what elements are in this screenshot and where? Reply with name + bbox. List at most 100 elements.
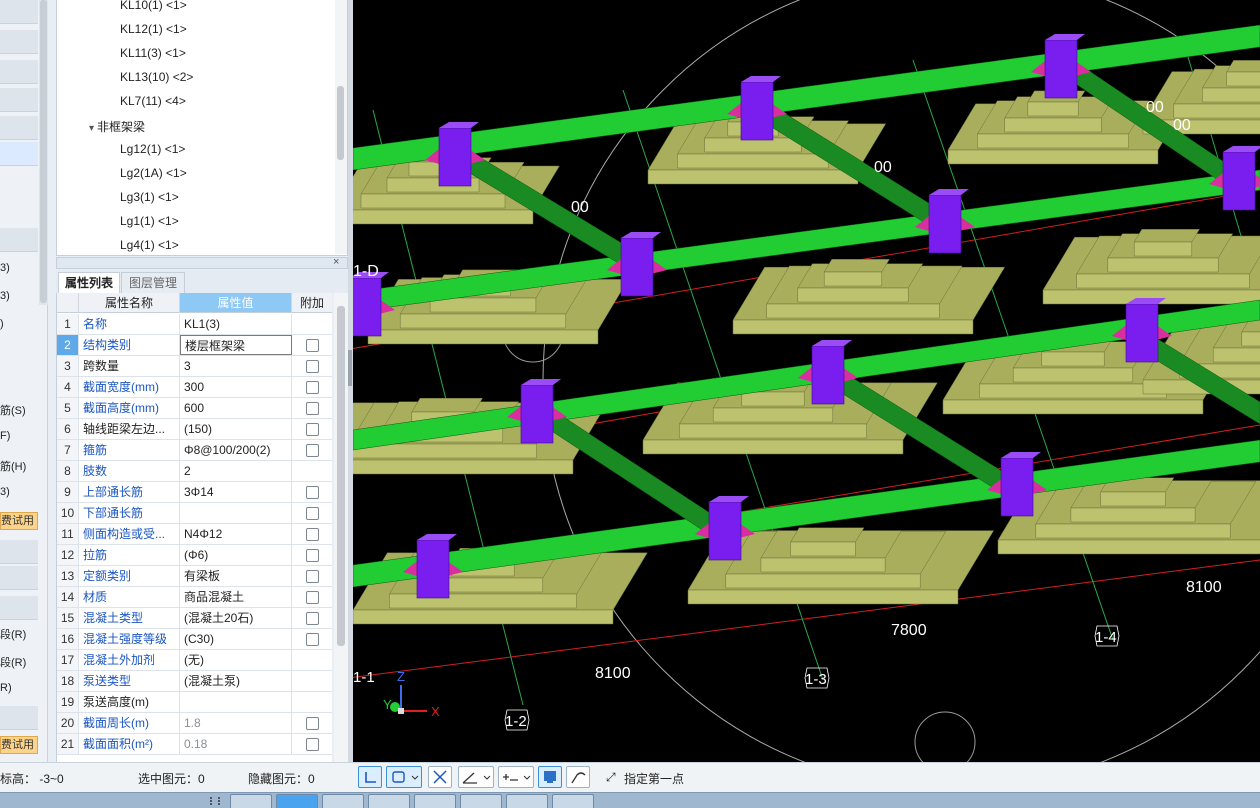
property-value[interactable]: 3Φ14 — [180, 482, 292, 502]
footing-step-face[interactable] — [1041, 351, 1105, 367]
attach-checkbox[interactable] — [306, 612, 319, 625]
footing-step-face[interactable] — [1241, 331, 1260, 347]
property-value[interactable]: KL1(3) — [180, 314, 292, 334]
footing-step-face[interactable] — [647, 169, 859, 185]
taskbar-app-3[interactable] — [322, 794, 364, 808]
property-value[interactable] — [180, 692, 292, 712]
property-value[interactable]: (混凝土20石) — [180, 608, 292, 628]
tree-item[interactable]: Lg2(1A) <1> — [120, 166, 187, 180]
footing-step-face[interactable] — [797, 287, 909, 303]
free-trial-badge[interactable]: 费试用 — [0, 736, 38, 754]
column[interactable] — [928, 194, 962, 254]
property-value[interactable]: 600 — [180, 398, 292, 418]
tree-item[interactable]: KL7(11) <4> — [120, 94, 186, 108]
3d-scene[interactable]: 1-D 8100 7800 8100 1-2 1-3 1-4 1-1 00 00 00 00 Z X Y — [353, 0, 1260, 762]
footing-step-face[interactable] — [360, 193, 506, 209]
property-value[interactable]: 0.18 — [180, 734, 292, 754]
column[interactable] — [620, 237, 654, 297]
tree-item[interactable]: KL13(10) <2> — [120, 70, 193, 84]
footing-step-face[interactable] — [1100, 491, 1166, 507]
column-top[interactable] — [741, 76, 781, 82]
property-row[interactable]: 18 泵送类型 (混凝土泵) — [57, 671, 332, 692]
property-row[interactable]: 7 箍筋 Φ8@100/200(2) — [57, 440, 332, 461]
property-value[interactable]: 1.8 — [180, 713, 292, 733]
cancel-snap-button[interactable] — [428, 766, 452, 788]
taskbar-app-1[interactable] — [230, 794, 272, 808]
tree-item[interactable]: KL12(1) <1> — [120, 22, 187, 36]
property-value[interactable]: (150) — [180, 419, 292, 439]
property-value[interactable] — [180, 503, 292, 523]
tab-property-list[interactable]: 属性列表 — [58, 272, 120, 293]
column[interactable] — [416, 539, 450, 599]
tree-item[interactable]: Lg3(1) <1> — [120, 190, 179, 204]
footing-step-face[interactable] — [1070, 507, 1196, 523]
footing-step-face[interactable] — [997, 539, 1260, 555]
column-top[interactable] — [417, 534, 457, 540]
property-value[interactable]: Φ8@100/200(2) — [180, 440, 292, 460]
column[interactable] — [1125, 303, 1159, 363]
3d-viewport[interactable]: 1-D 8100 7800 8100 1-2 1-3 1-4 1-1 00 00 00 00 Z X Y — [353, 0, 1260, 762]
footing-step-face[interactable] — [725, 573, 921, 589]
property-row[interactable]: 10 下部通长筋 — [57, 503, 332, 524]
column-top[interactable] — [929, 189, 969, 195]
left-strip-button[interactable] — [0, 142, 38, 166]
column[interactable] — [520, 384, 554, 444]
taskbar-app-2[interactable] — [276, 794, 318, 808]
attach-checkbox[interactable] — [306, 717, 319, 730]
column-top[interactable] — [812, 340, 852, 346]
property-row[interactable]: 17 混凝土外加剂 (无) — [57, 650, 332, 671]
footing-step-face[interactable] — [1173, 103, 1260, 119]
property-row[interactable]: 13 定额类别 有梁板 — [57, 566, 332, 587]
attach-checkbox[interactable] — [306, 381, 319, 394]
footing-step-face[interactable] — [1133, 241, 1193, 257]
left-strip-button[interactable] — [0, 60, 38, 84]
footing-step-face[interactable] — [1012, 367, 1134, 383]
footing-step-face[interactable] — [429, 297, 537, 313]
footing-step-face[interactable] — [823, 271, 883, 287]
close-icon[interactable]: × — [333, 256, 339, 268]
column[interactable] — [740, 81, 774, 141]
left-strip-button[interactable] — [0, 88, 38, 112]
footing-step-face[interactable] — [399, 313, 567, 329]
tree-item[interactable]: Lg12(1) <1> — [120, 142, 185, 156]
grid-scroll-thumb[interactable] — [337, 306, 345, 646]
left-strip-button[interactable] — [0, 596, 38, 620]
left-strip-button[interactable] — [0, 566, 38, 590]
property-row[interactable]: 20 截面周长(m) 1.8 — [57, 713, 332, 734]
property-value[interactable]: (C30) — [180, 629, 292, 649]
property-row[interactable]: 14 材质 商品混凝土 — [57, 587, 332, 608]
column-top[interactable] — [439, 122, 479, 128]
footing-step-face[interactable] — [679, 423, 867, 439]
select-mode-button[interactable] — [386, 766, 422, 788]
property-row[interactable]: 6 轴线距梁左边... (150) — [57, 419, 332, 440]
column[interactable] — [438, 127, 472, 187]
footing-step-face[interactable] — [790, 541, 856, 557]
footing-step-face[interactable] — [1076, 273, 1250, 289]
property-row[interactable]: 11 侧面构造或受... N4Φ12 — [57, 524, 332, 545]
property-row[interactable]: 3 跨数量 3 — [57, 356, 332, 377]
column[interactable] — [1044, 39, 1078, 99]
tree-item[interactable]: Lg4(1) <1> — [120, 238, 179, 252]
tree-scroll-thumb[interactable] — [337, 86, 344, 160]
column-top[interactable] — [1001, 452, 1041, 458]
column-top[interactable] — [709, 496, 749, 502]
footing-step-top[interactable] — [1226, 60, 1260, 73]
footing-step-face[interactable] — [353, 459, 574, 475]
taskbar-app-5[interactable] — [414, 794, 456, 808]
property-value[interactable]: (Φ6) — [180, 545, 292, 565]
footing-step-face[interactable] — [712, 407, 834, 423]
footing-step-face[interactable] — [677, 153, 829, 169]
left-strip-button[interactable] — [0, 0, 38, 24]
splitter-grip[interactable] — [348, 350, 352, 386]
taskbar-app-4[interactable] — [368, 794, 410, 808]
left-strip-scroll-thumb[interactable] — [40, 0, 47, 303]
footing-step-top[interactable] — [823, 259, 890, 273]
property-row[interactable]: 5 截面高度(mm) 600 — [57, 398, 332, 419]
grid-header-value[interactable]: 属性值 — [180, 293, 292, 313]
property-value[interactable]: 商品混凝土 — [180, 587, 292, 607]
grid-header-name[interactable]: 属性名称 — [79, 293, 180, 313]
footing-step-top[interactable] — [790, 527, 865, 543]
property-row[interactable]: 4 截面宽度(mm) 300 — [57, 377, 332, 398]
column[interactable] — [708, 501, 742, 561]
attach-checkbox[interactable] — [306, 549, 319, 562]
